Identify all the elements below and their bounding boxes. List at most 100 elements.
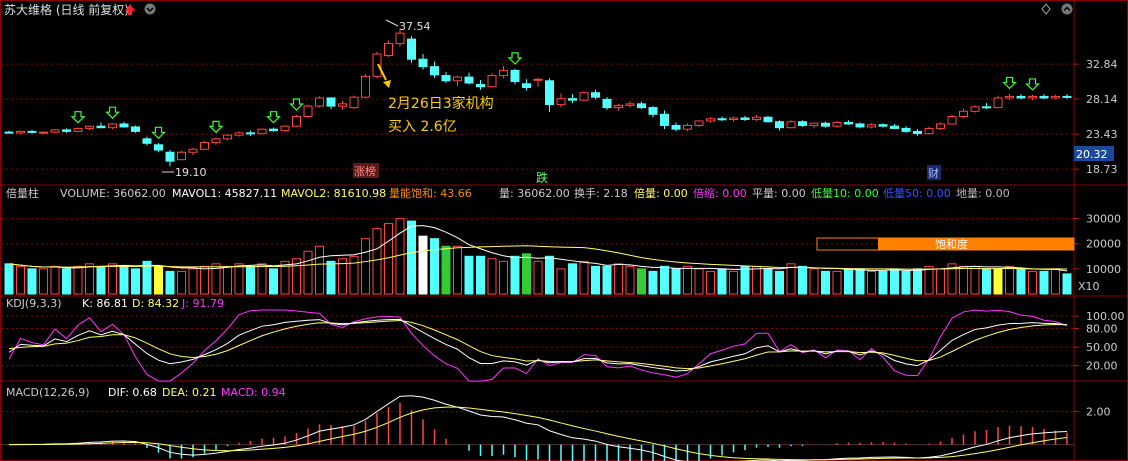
volume-bar [510,255,520,295]
beisuo-value: 倍缩: 0.00 [693,186,747,200]
volume-bar [50,265,60,295]
volume-panel-name: 倍量柱 [6,186,39,200]
volume-bar [763,268,773,295]
candle-body [418,58,428,68]
volume-bar [39,268,48,295]
diliang50-value: 低量50: 0.00 [883,187,951,200]
candle-body [50,129,60,133]
candle-body [959,110,968,118]
chevron-down-icon[interactable] [144,3,156,15]
candle-body [510,69,520,83]
candle-body [280,125,290,132]
candle-body [591,92,600,98]
candle-body [890,125,899,129]
price-annotations: 37.54 19.10 2月26日3家机构 买入 2.6亿 涨榜 跌 财 20.… [162,19,1114,185]
candle-body [556,98,566,106]
volume-bar [1062,273,1072,295]
mavol1-value: MAVOL1: 45827.11 [172,187,277,200]
volume-bar [775,270,784,295]
volume-bar [913,268,922,295]
candle-body [855,123,865,128]
candle-body [395,32,405,45]
volume-bar [614,263,623,295]
candle-body [407,38,416,60]
candle-body [349,96,359,109]
candle-body [223,134,232,140]
macd-dea-value: DEA: 0.21 [162,386,216,399]
candle-body [752,116,761,120]
annotation-line-2: 买入 2.6亿 [388,119,457,135]
candle-body [637,103,646,109]
volume-tick-label: 30000 [1086,213,1121,226]
volume-bar [637,268,646,295]
volume-bar [85,263,94,295]
volume-bar [568,263,577,295]
volume-bar [119,265,129,295]
macd-axis: 2.00 [1074,405,1111,418]
price-tick-label: 23.43 [1086,128,1118,141]
candle-body [970,106,980,112]
volume-bar [671,268,681,295]
candle-body [131,126,140,132]
kdj-k-value: K: 86.81 [82,297,128,310]
kdj-j-value: J: 91.79 [181,297,224,310]
volume-bar [648,270,658,295]
green-arrow-icon [507,52,523,65]
volume-tick-label: 10000 [1086,263,1121,276]
volume-bar [729,270,738,295]
candle-body [96,125,106,129]
volume-bar [832,270,842,295]
candle-body [763,116,773,123]
volume-bar [867,270,876,295]
candle-body [464,76,474,84]
candle-body [522,83,531,88]
volume-bar [993,268,1003,295]
tag-zhangbang: 涨榜 [354,164,376,178]
candle-body [200,142,209,150]
volume-bar [177,270,186,295]
candle-body [257,128,267,135]
volume-bar [1016,268,1026,295]
volume-bar [660,265,669,295]
green-arrow-icon [151,126,166,140]
volume-bar [499,260,508,295]
candle-body [775,121,784,129]
candle-body [706,118,715,122]
volume-bar [476,255,485,295]
candle-body [740,117,750,120]
volume-bar [372,228,382,295]
diamond-icon[interactable] [1041,3,1051,15]
candle-body [384,43,393,56]
kdj-tick-label: 50.00 [1086,341,1118,354]
volume-bar [821,270,830,295]
volume-bar [982,268,991,295]
volume-bar [4,263,14,295]
candle-body [16,130,25,134]
candle-body [982,106,991,109]
candle-body [487,75,497,88]
candle-body [62,129,71,132]
candle-body [1062,95,1072,98]
chevron-up-icon[interactable] [1061,3,1073,15]
candle-body [361,75,370,98]
tag-cai: 财 [928,166,939,180]
volume-bar [200,265,209,295]
volume-bar [786,263,796,295]
volume-bar [188,268,198,295]
candle-body [579,92,589,101]
candle-body [234,132,244,136]
volume-bar [809,268,819,295]
candle-body [326,97,336,107]
candle-body [269,128,278,132]
high-marker-line [385,19,399,27]
volume-bar [706,270,715,295]
candle-body [913,130,922,135]
candle-body [901,127,911,132]
volume-bar [16,265,25,295]
candle-body [786,121,796,129]
candle-body [947,116,957,125]
volume-bar [257,263,267,295]
volume-bar [844,268,853,295]
candle-body [717,118,727,121]
signal-arrows [70,52,1040,140]
